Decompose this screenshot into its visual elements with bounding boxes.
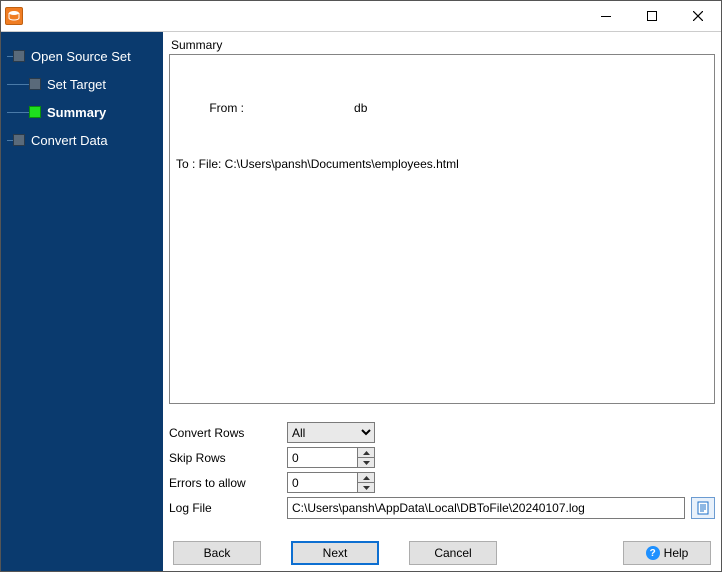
sidebar-step-label: Convert Data	[31, 133, 108, 148]
row-convert-rows: Convert Rows All	[169, 422, 715, 443]
row-errors-allow: Errors to allow	[169, 472, 715, 493]
back-button-label: Back	[204, 546, 231, 560]
wizard-sidebar: Open Source Set Set Target Summary Conve…	[1, 32, 163, 571]
summary-title: Summary	[169, 36, 715, 54]
close-button[interactable]	[675, 1, 721, 31]
sidebar-step-convert-data[interactable]: Convert Data	[1, 128, 163, 152]
options-form: Convert Rows All Skip Rows	[169, 418, 715, 523]
errors-allow-down[interactable]	[358, 482, 374, 492]
chevron-down-icon	[363, 461, 370, 465]
app-icon	[5, 7, 23, 25]
minimize-icon	[601, 11, 611, 21]
window-controls	[583, 1, 721, 31]
sidebar-step-open-source-set[interactable]: Open Source Set	[1, 44, 163, 68]
help-icon: ?	[646, 546, 660, 560]
sidebar-step-set-target[interactable]: Set Target	[1, 72, 163, 96]
sidebar-step-label: Set Target	[47, 77, 106, 92]
convert-rows-select[interactable]: All	[287, 422, 375, 443]
summary-to-line: To : File: C:\Users\pansh\Documents\empl…	[176, 157, 708, 171]
minimize-button[interactable]	[583, 1, 629, 31]
errors-allow-spinner	[287, 472, 375, 493]
titlebar	[1, 1, 721, 31]
summary-textarea[interactable]: From : db To : File: C:\Users\pansh\Docum…	[169, 54, 715, 404]
errors-allow-up[interactable]	[358, 473, 374, 482]
help-button-label: Help	[664, 546, 689, 560]
cancel-button[interactable]: Cancel	[409, 541, 497, 565]
skip-rows-input[interactable]	[288, 448, 357, 467]
summary-from-label: From :	[209, 101, 244, 115]
body: Open Source Set Set Target Summary Conve…	[1, 31, 721, 571]
chevron-up-icon	[363, 451, 370, 455]
log-file-browse-button[interactable]	[691, 497, 715, 519]
main-panel: Summary From : db To : File: C:\Users\pan…	[163, 32, 721, 571]
close-icon	[693, 11, 703, 21]
label-skip-rows: Skip Rows	[169, 451, 287, 465]
maximize-button[interactable]	[629, 1, 675, 31]
help-button[interactable]: ? Help	[623, 541, 711, 565]
label-log-file: Log File	[169, 501, 287, 515]
cancel-button-label: Cancel	[434, 546, 471, 560]
skip-rows-spinner	[287, 447, 375, 468]
sidebar-step-summary[interactable]: Summary	[1, 100, 163, 124]
row-log-file: Log File	[169, 497, 715, 519]
maximize-icon	[647, 11, 657, 21]
back-button[interactable]: Back	[173, 541, 261, 565]
sidebar-step-label: Summary	[47, 105, 106, 120]
db-convert-icon	[8, 10, 20, 22]
chevron-down-icon	[363, 486, 370, 490]
sidebar-step-label: Open Source Set	[31, 49, 131, 64]
wizard-nav: Back Next Cancel ? Help	[169, 541, 715, 565]
log-file-input[interactable]	[287, 497, 685, 519]
summary-from-value: db	[354, 101, 367, 115]
app-window: Open Source Set Set Target Summary Conve…	[0, 0, 722, 572]
label-errors-allow: Errors to allow	[169, 476, 287, 490]
chevron-up-icon	[363, 476, 370, 480]
next-button-label: Next	[323, 546, 348, 560]
skip-rows-down[interactable]	[358, 457, 374, 467]
next-button[interactable]: Next	[291, 541, 379, 565]
row-skip-rows: Skip Rows	[169, 447, 715, 468]
document-icon	[696, 501, 710, 515]
skip-rows-up[interactable]	[358, 448, 374, 457]
label-convert-rows: Convert Rows	[169, 426, 287, 440]
errors-allow-input[interactable]	[288, 473, 357, 492]
